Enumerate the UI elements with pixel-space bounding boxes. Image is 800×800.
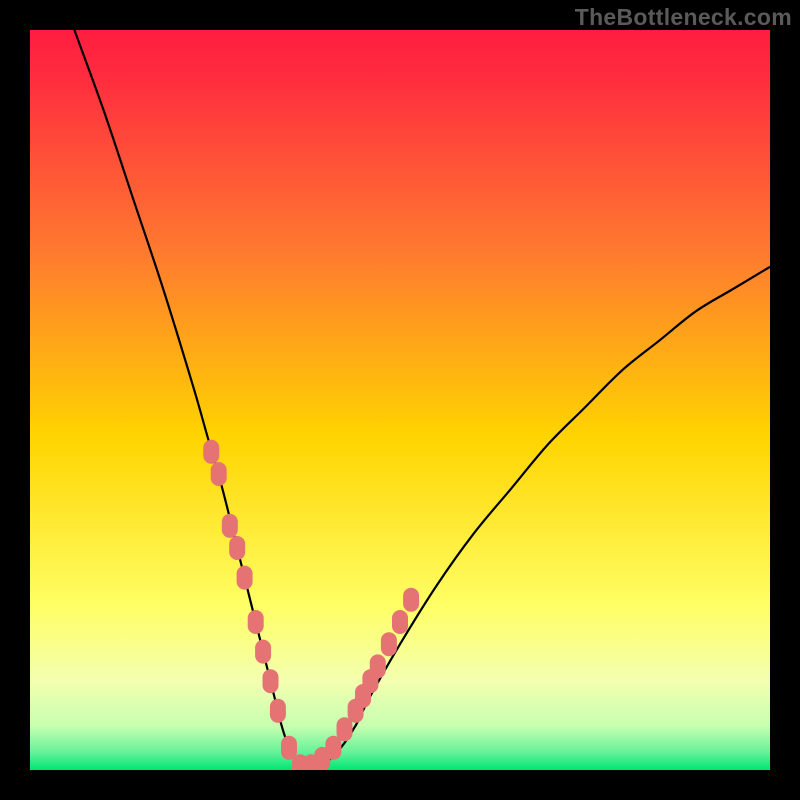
curve-marker [270, 699, 286, 723]
curve-marker [337, 717, 353, 741]
curve-marker [229, 536, 245, 560]
curve-marker [263, 669, 279, 693]
curve-marker [211, 462, 227, 486]
attribution-label: TheBottleneck.com [575, 4, 792, 31]
chart-frame: TheBottleneck.com [0, 0, 800, 800]
curve-marker [203, 440, 219, 464]
curve-marker [222, 514, 238, 538]
curve-marker [392, 610, 408, 634]
curve-marker [237, 566, 253, 590]
curve-marker [281, 736, 297, 760]
curve-marker [403, 588, 419, 612]
curve-marker [370, 654, 386, 678]
curve-marker [255, 640, 271, 664]
curve-marker [381, 632, 397, 656]
curve-marker [325, 736, 341, 760]
plot-area [30, 30, 770, 770]
gradient-background [30, 30, 770, 770]
curve-marker [248, 610, 264, 634]
bottleneck-chart [30, 30, 770, 770]
